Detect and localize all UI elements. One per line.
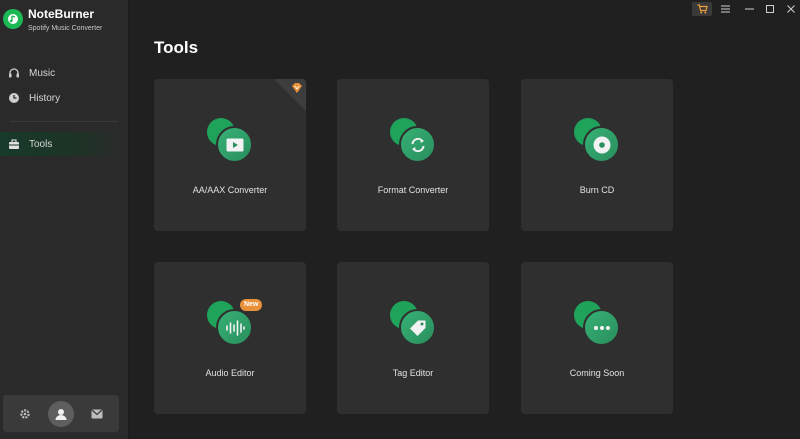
close-button[interactable] (781, 2, 800, 16)
sidebar-item-label: Tools (29, 138, 53, 150)
refresh-icon (411, 137, 424, 152)
settings-button[interactable] (12, 401, 38, 427)
page-title: Tools (154, 38, 199, 57)
app-name: NoteBurner (28, 7, 95, 21)
mail-icon (91, 409, 103, 418)
brand: NoteBurner Spotify Music Converter (3, 7, 102, 33)
tool-icon (390, 116, 438, 164)
avatar (48, 400, 74, 427)
waveform-icon (225, 319, 245, 336)
minimize-icon (744, 8, 754, 10)
tool-card-format-converter[interactable]: Format Converter (337, 79, 489, 231)
close-icon (787, 5, 795, 13)
sidebar-item-label: Music (29, 67, 56, 79)
tool-icon (390, 299, 438, 347)
app-subtitle: Spotify Music Converter (28, 25, 103, 32)
tool-card-label: Format Converter (377, 185, 449, 195)
tool-icon (574, 299, 622, 347)
maximize-button[interactable] (760, 2, 780, 16)
clock-icon (9, 93, 19, 103)
sidebar-item-music[interactable]: Music (0, 61, 124, 85)
tag-icon (409, 320, 425, 336)
tool-icon (207, 116, 255, 164)
minimize-button[interactable] (739, 2, 759, 16)
sidebar-item-label: History (29, 92, 61, 104)
premium-icon (292, 83, 302, 93)
tool-card-aa-aax-converter[interactable]: AA/AAX Converter (154, 79, 306, 231)
tool-card-tag-editor[interactable]: Tag Editor (337, 262, 489, 414)
toolbox-icon (9, 139, 19, 149)
menu-button[interactable] (715, 2, 735, 16)
tool-card-label: Audio Editor (205, 368, 255, 378)
play-icon (226, 138, 243, 151)
headphones-icon (9, 68, 19, 78)
sidebar-item-history[interactable]: History (0, 86, 124, 110)
account-button[interactable] (48, 400, 74, 427)
sidebar: NoteBurner Spotify Music Converter Music… (0, 0, 129, 439)
sidebar-divider (10, 121, 118, 122)
new-badge: New (240, 299, 263, 311)
cart-icon (697, 4, 708, 14)
maximize-icon (766, 5, 774, 13)
more-icon (593, 325, 610, 330)
user-icon (55, 408, 67, 420)
tool-card-burn-cd[interactable]: Burn CD (521, 79, 673, 231)
menu-icon (720, 5, 730, 13)
sidebar-item-tools[interactable]: Tools (0, 132, 124, 156)
tool-card-label: Tag Editor (392, 368, 434, 378)
feedback-button[interactable] (84, 401, 110, 427)
tool-card-audio-editor[interactable]: New Audio Editor (154, 262, 306, 414)
store-button[interactable] (692, 2, 712, 16)
disc-icon (593, 136, 610, 153)
tool-card-label: AA/AAX Converter (192, 185, 268, 195)
tool-card-label: Coming Soon (569, 368, 625, 378)
tool-card-coming-soon[interactable]: Coming Soon (521, 262, 673, 414)
tool-card-label: Burn CD (579, 185, 615, 195)
sidebar-bottom-bar (3, 395, 119, 432)
gear-icon (20, 408, 30, 419)
tool-icon (574, 116, 622, 164)
noteburner-logo-icon (3, 9, 23, 29)
